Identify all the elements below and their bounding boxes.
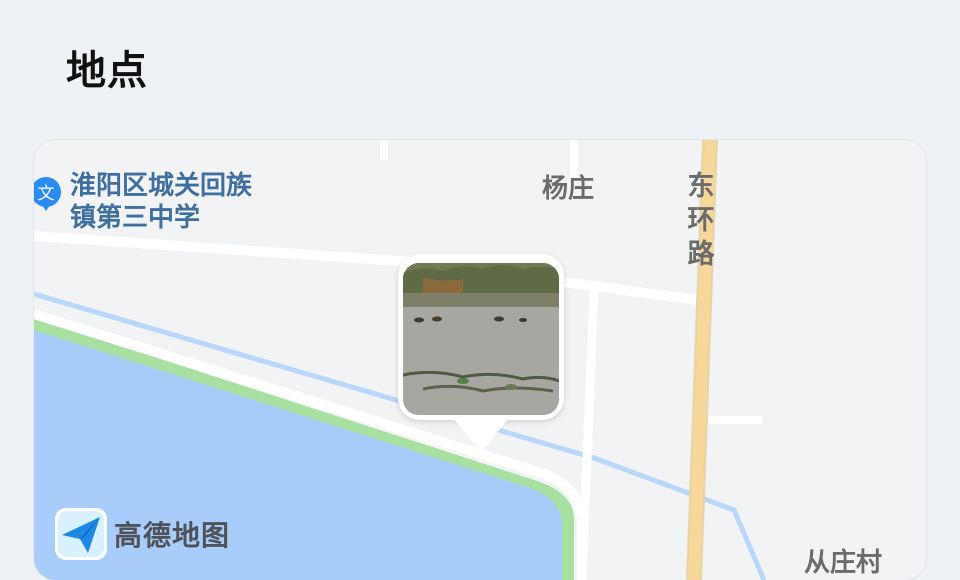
brand-name: 高德地图 <box>114 519 231 552</box>
pin-glyph: 文 <box>38 184 55 204</box>
photo-marker[interactable] <box>398 254 564 452</box>
village-label-top: 杨庄 <box>542 174 595 204</box>
village-label-bottom: 从庄村 <box>804 548 883 578</box>
road-label-east: 东环路 <box>687 171 715 270</box>
photo-thumbnail[interactable] <box>403 263 559 415</box>
poi-label[interactable]: 淮阳区城关回族镇第三中学 <box>70 170 270 234</box>
amap-logo-icon <box>55 508 107 560</box>
school-pin-icon[interactable]: 文 <box>34 176 64 212</box>
map-brand: 高德地图 <box>54 506 230 562</box>
page-title: 地点 <box>66 48 148 94</box>
map-card[interactable]: 文 淮阳区城关回族镇第三中学 杨庄 东环路 从庄村 高德地图 <box>34 140 926 580</box>
